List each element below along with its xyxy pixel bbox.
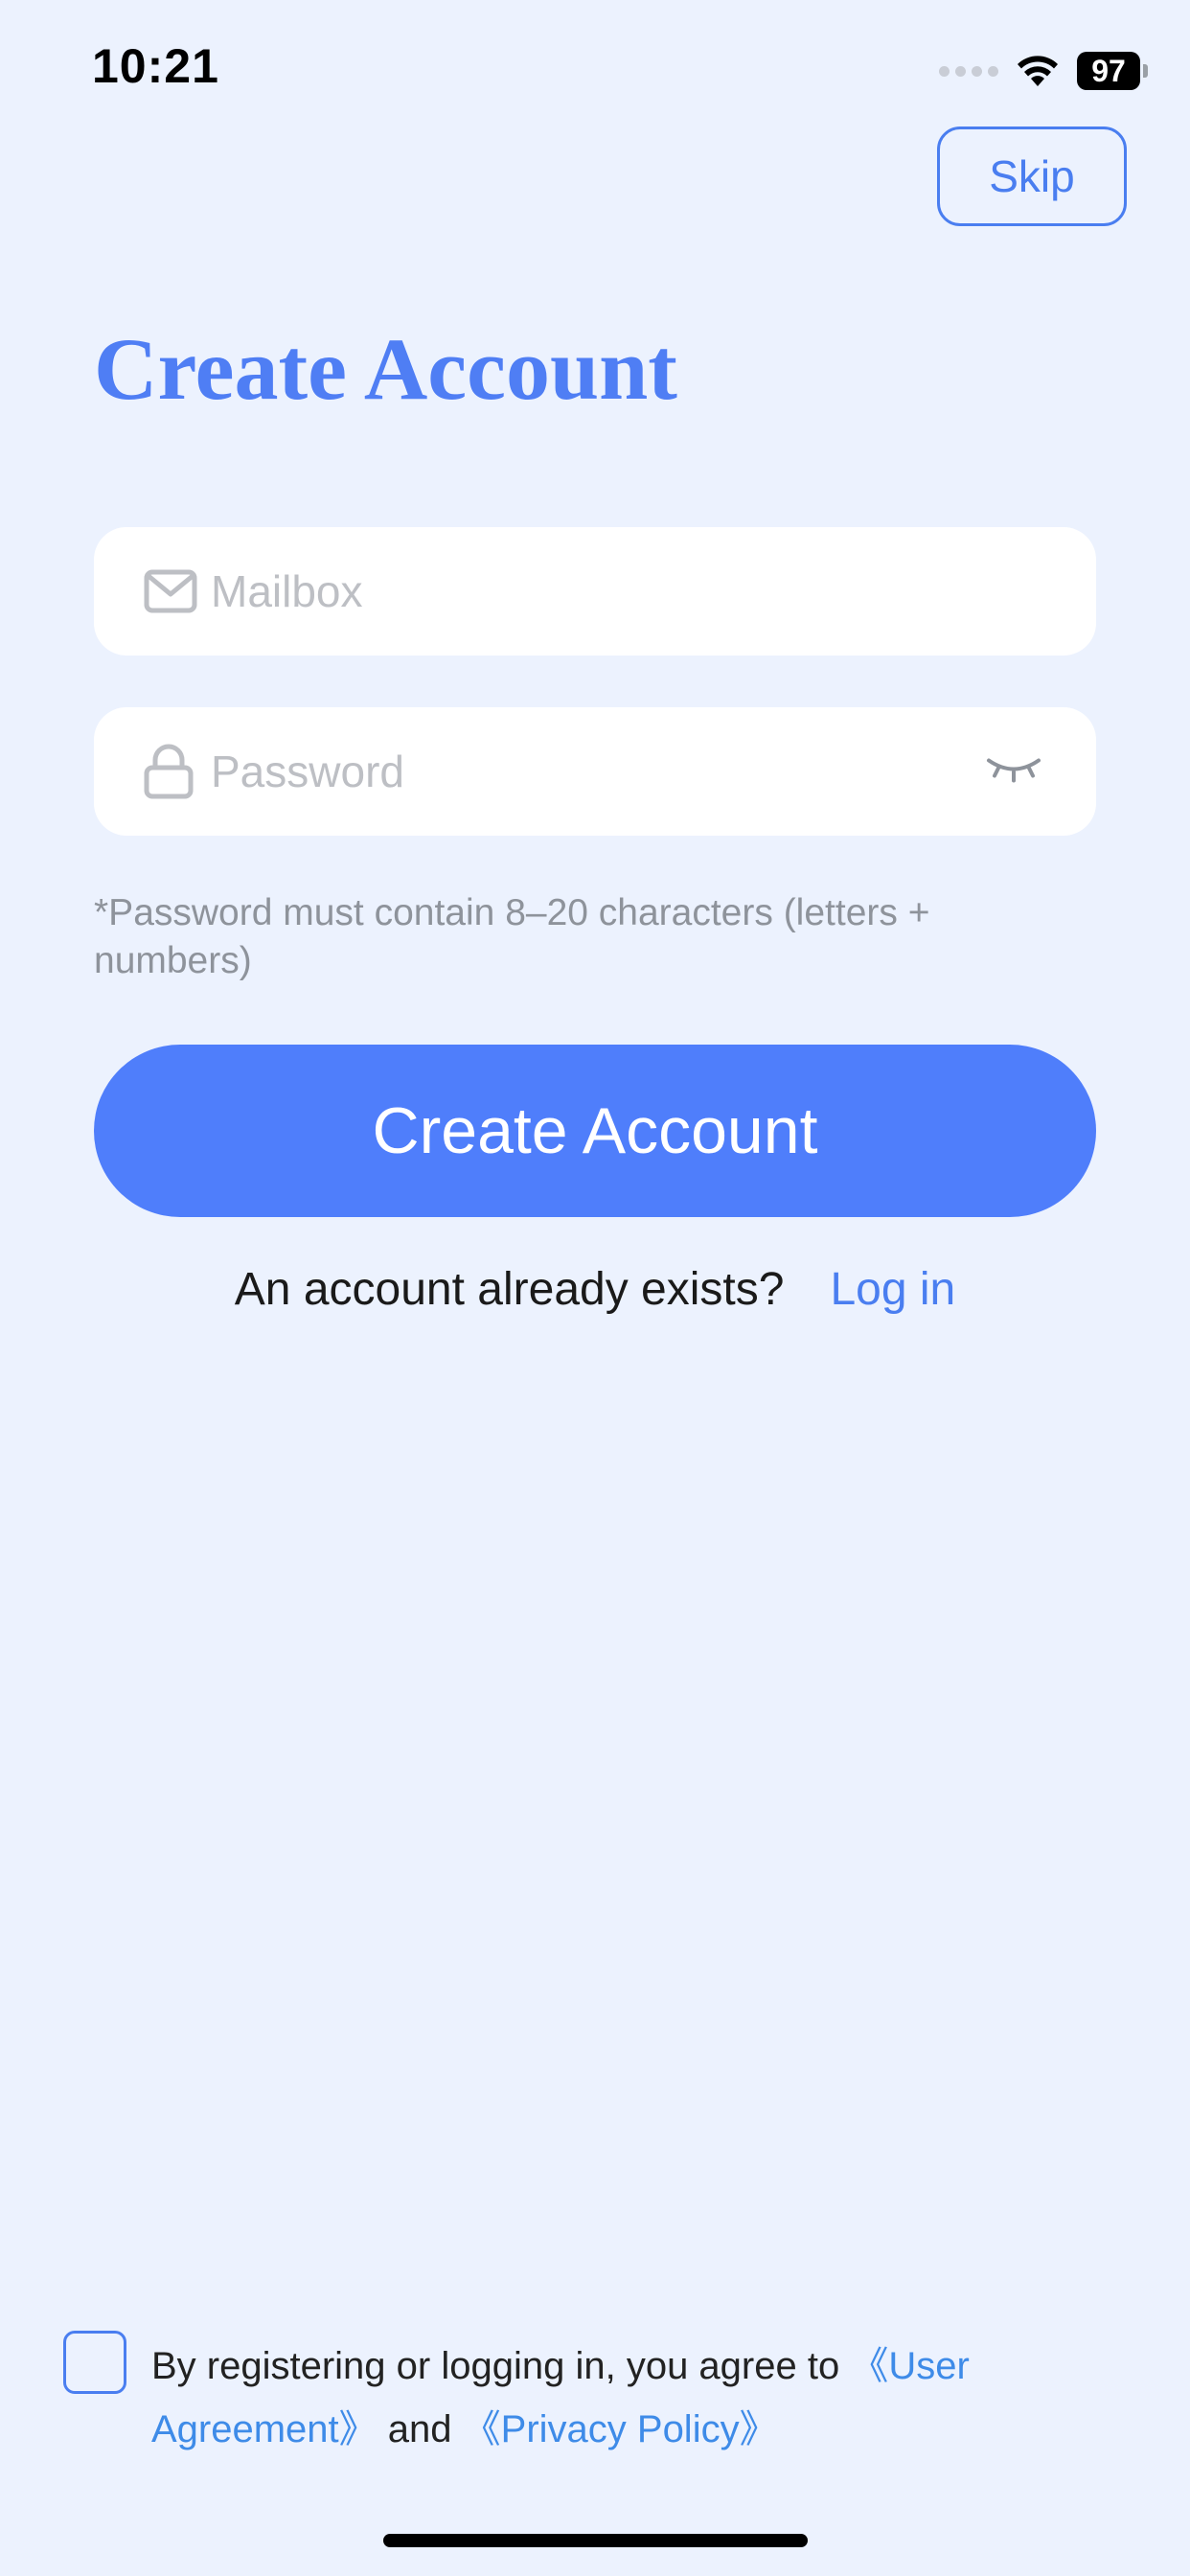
skip-button[interactable]: Skip — [937, 126, 1127, 226]
battery-icon: 97 — [1077, 52, 1148, 90]
agreement-and: and — [377, 2408, 463, 2450]
home-indicator — [383, 2534, 808, 2547]
agreement-checkbox[interactable] — [63, 2331, 126, 2394]
status-time: 10:21 — [92, 39, 219, 93]
login-prompt: An account already exists? — [234, 1264, 785, 1315]
password-field[interactable]: Password — [94, 707, 1096, 836]
lock-icon — [144, 744, 194, 799]
password-hint: *Password must contain 8–20 characters (… — [94, 892, 930, 981]
page-title: Create Account — [94, 320, 677, 418]
agreement-text: By registering or logging in, you agree … — [151, 2334, 1071, 2461]
signal-icon — [939, 65, 998, 77]
mailbox-field[interactable]: Mailbox — [94, 527, 1096, 656]
privacy-policy-link[interactable]: 《Privacy Policy》 — [463, 2408, 778, 2450]
password-placeholder: Password — [211, 747, 404, 796]
eye-closed-icon[interactable] — [985, 755, 1042, 789]
wifi-icon — [1016, 54, 1060, 88]
login-row: An account already exists? Log in — [0, 1263, 1190, 1316]
status-indicators: 97 — [939, 50, 1148, 92]
mail-icon — [144, 569, 197, 613]
mailbox-placeholder: Mailbox — [211, 566, 363, 616]
login-link[interactable]: Log in — [830, 1263, 955, 1316]
agreement-prefix: By registering or logging in, you agree … — [151, 2345, 851, 2387]
create-account-button[interactable]: Create Account — [94, 1045, 1096, 1217]
